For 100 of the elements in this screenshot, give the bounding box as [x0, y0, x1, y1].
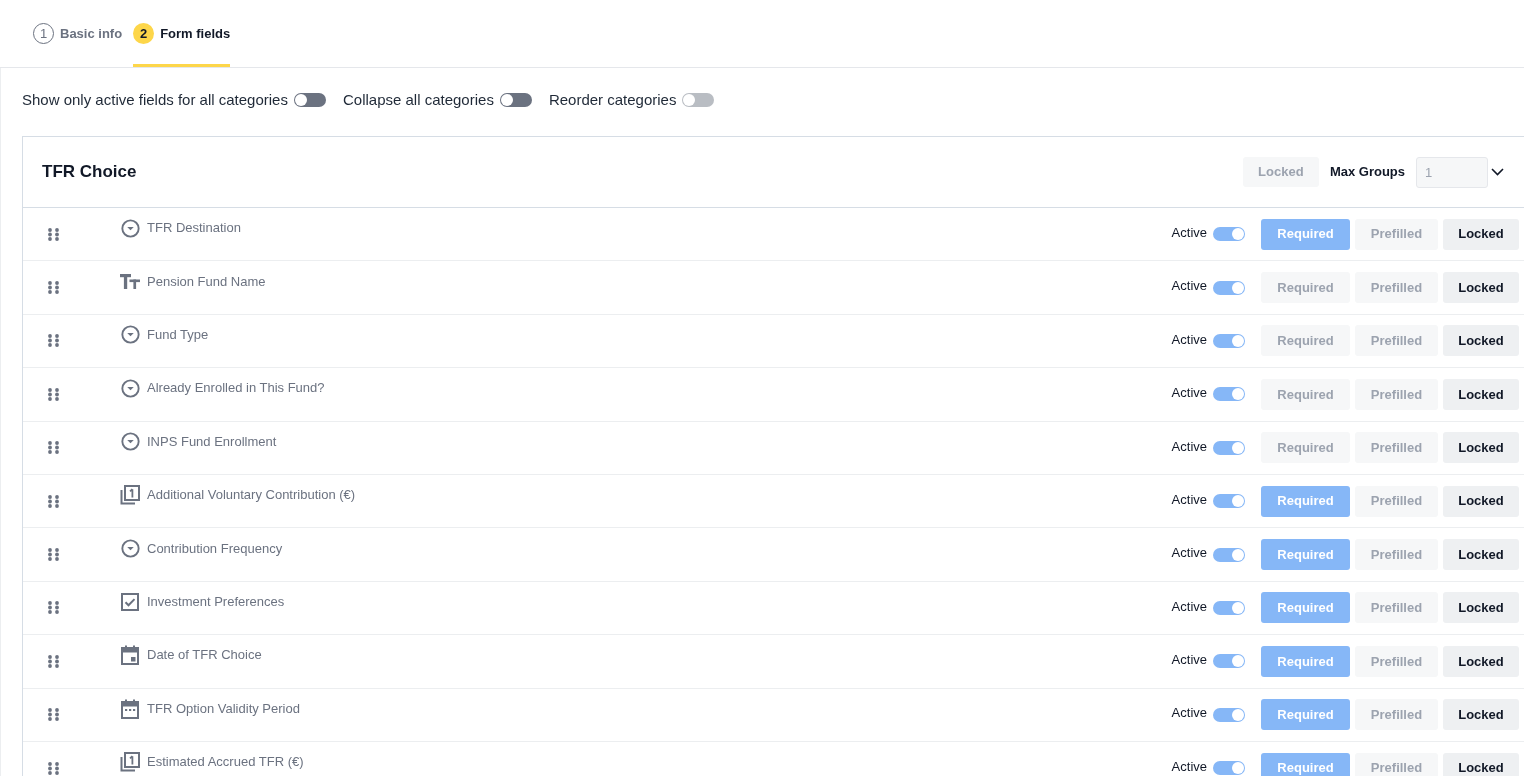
required-button[interactable]: Required — [1261, 539, 1350, 571]
toggle-switch[interactable] — [1213, 654, 1245, 669]
required-button[interactable]: Required — [1261, 485, 1350, 517]
required-button[interactable]: Required — [1261, 432, 1350, 464]
toggle-switch[interactable] — [1213, 761, 1245, 776]
step-tab[interactable]: 2 Form fields — [133, 0, 231, 67]
prefilled-button[interactable]: Prefilled — [1355, 752, 1438, 776]
active-label: Active — [1171, 277, 1207, 296]
prefilled-button[interactable]: Prefilled — [1355, 378, 1438, 410]
drag-handle-icon[interactable] — [48, 708, 59, 722]
caret-circle-icon — [120, 218, 140, 238]
locked-button[interactable]: Locked — [1443, 218, 1519, 250]
locked-button[interactable]: Locked — [1443, 699, 1519, 731]
toggle-switch[interactable] — [1213, 227, 1245, 242]
active-label: Active — [1171, 757, 1207, 776]
locked-button[interactable]: Locked — [1443, 592, 1519, 624]
drag-handle-icon[interactable] — [48, 334, 59, 348]
step-number: 2 — [133, 23, 155, 44]
locked-button[interactable]: Locked — [1242, 157, 1319, 187]
field-label: INPS Fund Enrollment — [147, 432, 277, 451]
field-label: Pension Fund Name — [147, 272, 266, 291]
calendar-icon — [121, 698, 139, 719]
toggle-switch[interactable] — [1213, 333, 1245, 348]
drag-handle-icon[interactable] — [48, 281, 59, 295]
required-button[interactable]: Required — [1261, 752, 1350, 776]
toggle-switch[interactable] — [1213, 440, 1245, 455]
prefilled-button[interactable]: Prefilled — [1355, 645, 1438, 677]
field-label: TFR Destination — [147, 219, 241, 238]
numbered-layers-icon — [120, 484, 140, 505]
active-label: Active — [1171, 544, 1207, 563]
locked-button[interactable]: Locked — [1443, 645, 1519, 677]
prefilled-button[interactable]: Prefilled — [1355, 592, 1438, 624]
required-button[interactable]: Required — [1261, 325, 1350, 357]
required-button[interactable]: Required — [1261, 272, 1350, 304]
caret-circle-icon — [120, 538, 140, 558]
active-label: Active — [1171, 437, 1207, 456]
field-label: TFR Option Validity Period — [147, 699, 300, 718]
locked-button[interactable]: Locked — [1443, 752, 1519, 776]
field-label: Date of TFR Choice — [147, 646, 262, 665]
field-label: Contribution Frequency — [147, 539, 283, 558]
text-fields-icon — [120, 273, 140, 289]
required-button[interactable]: Required — [1261, 592, 1350, 624]
caret-circle-icon — [120, 378, 140, 398]
required-button[interactable]: Required — [1261, 218, 1350, 250]
toggle-switch[interactable] — [1213, 387, 1245, 402]
drag-handle-icon[interactable] — [48, 441, 59, 455]
required-button[interactable]: Required — [1261, 645, 1350, 677]
active-label: Active — [1171, 597, 1207, 616]
field-label: Investment Preferences — [147, 593, 285, 611]
toggle-switch[interactable] — [1213, 707, 1245, 722]
calendar-icon — [121, 645, 139, 666]
field-label: Fund Type — [147, 326, 209, 345]
active-label: Active — [1171, 490, 1207, 509]
prefilled-button[interactable]: Prefilled — [1355, 485, 1438, 517]
caret-circle-icon — [120, 325, 140, 345]
category-title: TFR Choice — [42, 161, 137, 184]
toggle-switch[interactable] — [1213, 280, 1245, 295]
drag-handle-icon[interactable] — [48, 387, 59, 401]
toggle-switch[interactable] — [1213, 600, 1245, 615]
option-label: Collapse all categories — [342, 89, 494, 110]
prefilled-button[interactable]: Prefilled — [1355, 699, 1438, 731]
prefilled-button[interactable]: Prefilled — [1355, 272, 1438, 304]
locked-button[interactable]: Locked — [1443, 378, 1519, 410]
drag-handle-icon[interactable] — [48, 548, 59, 562]
prefilled-button[interactable]: Prefilled — [1355, 218, 1438, 250]
field-label: Additional Voluntary Contribution (€) — [147, 486, 356, 505]
toggle-switch[interactable] — [1213, 547, 1245, 562]
locked-button[interactable]: Locked — [1443, 485, 1519, 517]
active-label: Active — [1171, 330, 1207, 349]
drag-handle-icon[interactable] — [48, 494, 59, 508]
chevron-down-icon[interactable] — [1491, 168, 1504, 176]
active-label: Active — [1171, 704, 1207, 723]
max-groups-label: Max Groups — [1329, 163, 1405, 182]
active-label: Active — [1171, 223, 1207, 242]
numbered-layers-icon — [120, 751, 140, 772]
locked-button[interactable]: Locked — [1443, 272, 1519, 304]
locked-button[interactable]: Locked — [1443, 432, 1519, 464]
option-label: Show only active fields for all categories — [22, 89, 288, 110]
prefilled-button[interactable]: Prefilled — [1355, 432, 1438, 464]
toggle-switch[interactable] — [293, 93, 326, 107]
required-button[interactable]: Required — [1261, 699, 1350, 731]
locked-button[interactable]: Locked — [1443, 325, 1519, 357]
prefilled-button[interactable]: Prefilled — [1355, 325, 1438, 357]
drag-handle-icon[interactable] — [48, 601, 59, 615]
toggle-switch[interactable] — [1213, 494, 1245, 509]
option-label: Reorder categories — [548, 89, 677, 110]
field-label: Already Enrolled in This Fund? — [147, 379, 325, 398]
checkbox-icon — [121, 592, 139, 611]
field-label: Estimated Accrued TFR (€) — [147, 753, 304, 772]
locked-button[interactable]: Locked — [1443, 539, 1519, 571]
drag-handle-icon[interactable] — [48, 761, 59, 775]
toggle-switch[interactable] — [499, 93, 532, 107]
active-label: Active — [1171, 651, 1207, 670]
drag-handle-icon[interactable] — [48, 227, 59, 241]
caret-circle-icon — [120, 432, 140, 452]
step-tab[interactable]: 1 Basic info — [33, 0, 123, 67]
required-button[interactable]: Required — [1261, 378, 1350, 410]
drag-handle-icon[interactable] — [48, 654, 59, 668]
prefilled-button[interactable]: Prefilled — [1355, 539, 1438, 571]
active-label: Active — [1171, 384, 1207, 403]
